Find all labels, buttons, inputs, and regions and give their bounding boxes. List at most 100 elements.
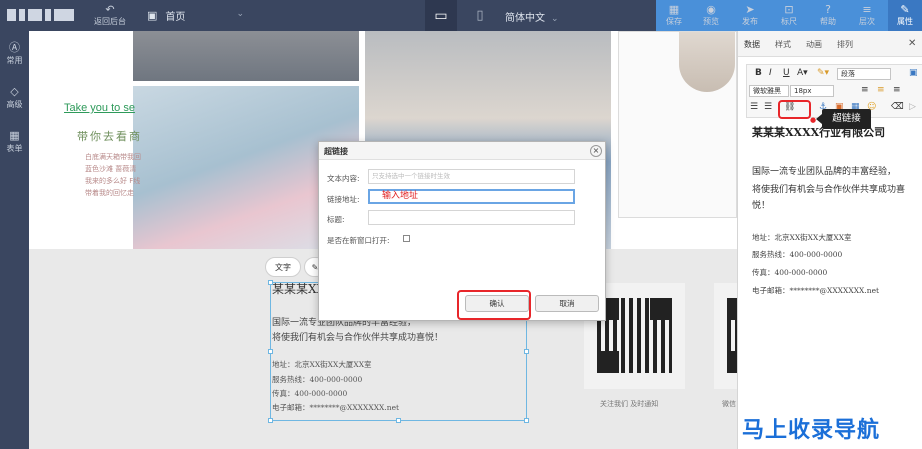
wrench-icon: ✎ xyxy=(900,3,910,16)
panel-intro-line[interactable]: 将使我们有机会与合作伙伴共享成功喜 xyxy=(752,182,905,195)
monitor-icon: ▭ xyxy=(434,7,448,24)
panel-fax[interactable]: 传真：400-000-0000 xyxy=(752,267,827,278)
qr-caption: 关注我们 及时通知 xyxy=(600,400,659,408)
url-input[interactable]: 输入地址 xyxy=(368,189,575,204)
qr-code-card[interactable] xyxy=(714,283,737,389)
photo-top-left[interactable] xyxy=(133,31,359,81)
panel-intro-line[interactable]: 悦！ xyxy=(752,198,770,211)
left-sidebar: Ⓐ 常用 ◇ 高级 ▦ 表单 xyxy=(0,31,29,449)
close-icon[interactable]: ✕ xyxy=(908,38,916,49)
mobile-view-button[interactable]: ▯ xyxy=(466,0,494,31)
panel-tabs: 数据 样式 动画 排列 ✕ xyxy=(738,31,922,57)
text-content-label: 文本内容: xyxy=(327,174,360,183)
tab-arrange[interactable]: 排列 xyxy=(837,39,853,50)
publish-button[interactable]: ➤ 发布 xyxy=(737,3,763,27)
preview-button[interactable]: ◉ 预览 xyxy=(698,3,724,27)
italic-icon[interactable]: I xyxy=(769,68,772,78)
tab-data[interactable]: 数据 xyxy=(744,39,760,50)
more-icon[interactable]: ▷ xyxy=(909,102,916,112)
edit-text-tab[interactable]: 文字 xyxy=(265,257,301,277)
source-icon[interactable]: ▣ xyxy=(909,68,918,78)
promo-line: 带着我的回忆走 xyxy=(85,189,134,197)
chevron-down-icon: ⌄ xyxy=(551,14,559,24)
panel-email[interactable]: 电子邮箱：********@XXXXXXX.net xyxy=(752,285,879,296)
promo-line: 白底满天箱带我回 xyxy=(85,153,141,161)
top-toolbar: ↶ 返回后台 ▣ 首页 ⌄ ▭ ▯ 简体中文 ⌄ ▦ 保存 ◉ 预览 ➤ 发布 ⊡… xyxy=(0,0,922,31)
resize-handle[interactable] xyxy=(268,280,273,285)
a-circle-icon: Ⓐ xyxy=(9,41,20,54)
indent-icon[interactable]: ☰ xyxy=(764,102,772,112)
diamond-icon: ◇ xyxy=(10,85,19,98)
font-family-select[interactable]: 微软雅黑 xyxy=(749,85,789,97)
page-icon: ▣ xyxy=(147,9,158,22)
language-selector[interactable]: 简体中文 ⌄ xyxy=(505,9,559,24)
panel-company-name[interactable]: 某某某XXXX行业有限公司 xyxy=(752,124,885,140)
promo-title: 带你去看商 xyxy=(77,130,142,143)
promo-line: 我来的多么好 F线 xyxy=(85,177,141,185)
resize-handle[interactable] xyxy=(524,418,529,423)
promo-tagline: Take you to se xyxy=(64,102,135,114)
panel-intro-line[interactable]: 国际一流专业团队品牌的丰富经验， xyxy=(752,164,896,177)
sidebar-item-advanced[interactable]: ◇ 高级 xyxy=(0,85,29,110)
panel-address[interactable]: 地址：北京XX街XX大厦XX室 xyxy=(752,232,852,243)
new-window-checkbox[interactable] xyxy=(403,235,410,242)
save-icon: ▦ xyxy=(668,3,680,16)
title-label: 标题: xyxy=(327,215,345,224)
font-size-select[interactable]: 18px xyxy=(790,85,834,97)
layers-button[interactable]: ≡ 层次 xyxy=(854,3,880,27)
resize-handle[interactable] xyxy=(268,349,273,354)
new-window-label: 是否在新窗口打开: xyxy=(327,236,390,245)
send-icon: ➤ xyxy=(745,3,755,16)
text-content-input[interactable]: 只支持选中一个链接时生效 xyxy=(368,169,575,184)
dialog-title: 超链接 xyxy=(324,147,348,156)
tab-animation[interactable]: 动画 xyxy=(806,39,822,50)
sidebar-item-common[interactable]: Ⓐ 常用 xyxy=(0,41,29,66)
panel-hotline[interactable]: 服务热线：400-000-0000 xyxy=(752,249,842,260)
desktop-view-button[interactable]: ▭ xyxy=(425,0,457,31)
back-to-admin-button[interactable]: ↶ 返回后台 xyxy=(92,3,128,27)
underline-icon[interactable]: U xyxy=(783,68,790,78)
promo-image xyxy=(679,32,735,92)
chevron-down-icon: ⌄ xyxy=(236,9,244,19)
align-center-icon[interactable]: ≡ xyxy=(877,85,885,95)
highlight-icon[interactable]: ✎▾ xyxy=(817,68,829,78)
save-button[interactable]: ▦ 保存 xyxy=(661,3,687,27)
phone-icon: ▯ xyxy=(476,8,484,23)
bold-icon[interactable]: B xyxy=(755,68,762,78)
clear-format-icon[interactable]: ⌫ xyxy=(891,102,904,112)
link-icon[interactable]: ⛓ xyxy=(784,102,795,112)
qr-code-image xyxy=(597,298,672,373)
dialog-header: 超链接 × xyxy=(319,142,605,160)
page-selector-label: 首页 xyxy=(165,12,186,23)
font-color-icon[interactable]: A▾ xyxy=(797,68,808,78)
cancel-button[interactable]: 取消 xyxy=(535,295,599,312)
layers-icon: ≡ xyxy=(862,3,872,16)
url-label: 链接地址: xyxy=(327,195,360,204)
hyperlink-dialog: 超链接 × 文本内容: 只支持选中一个链接时生效 链接地址: 输入地址 标题: … xyxy=(318,141,606,321)
promo-card[interactable] xyxy=(618,31,737,218)
tab-style[interactable]: 样式 xyxy=(775,39,791,50)
question-icon: ? xyxy=(825,3,831,16)
watermark: 马上收录导航 xyxy=(742,418,881,443)
resize-handle[interactable] xyxy=(396,418,401,423)
app-logo xyxy=(7,9,75,21)
sidebar-item-forms[interactable]: ▦ 表单 xyxy=(0,129,29,154)
eye-icon: ◉ xyxy=(706,3,716,16)
help-button[interactable]: ? 帮助 xyxy=(815,3,841,27)
page-selector[interactable]: ▣ 首页 ⌄ xyxy=(140,0,250,31)
resize-handle[interactable] xyxy=(268,418,273,423)
resize-handle[interactable] xyxy=(524,349,529,354)
properties-button[interactable]: ✎ 属性 xyxy=(892,3,918,27)
ruler-button[interactable]: ⊡ 标尺 xyxy=(776,3,802,27)
qr-caption: 微信 xyxy=(722,400,736,408)
align-left-icon[interactable]: ≡ xyxy=(861,85,869,95)
undo-arrow-icon: ↶ xyxy=(105,3,115,16)
ruler-icon: ⊡ xyxy=(784,3,794,16)
paragraph-select[interactable]: 段落 xyxy=(837,68,891,80)
align-right-icon[interactable]: ≡ xyxy=(893,85,901,95)
title-input[interactable] xyxy=(368,210,575,225)
list-icon[interactable]: ☰ xyxy=(750,102,758,112)
confirm-button[interactable]: 确认 xyxy=(465,295,529,312)
grid-icon: ▦ xyxy=(9,129,20,142)
close-icon[interactable]: × xyxy=(590,145,602,157)
